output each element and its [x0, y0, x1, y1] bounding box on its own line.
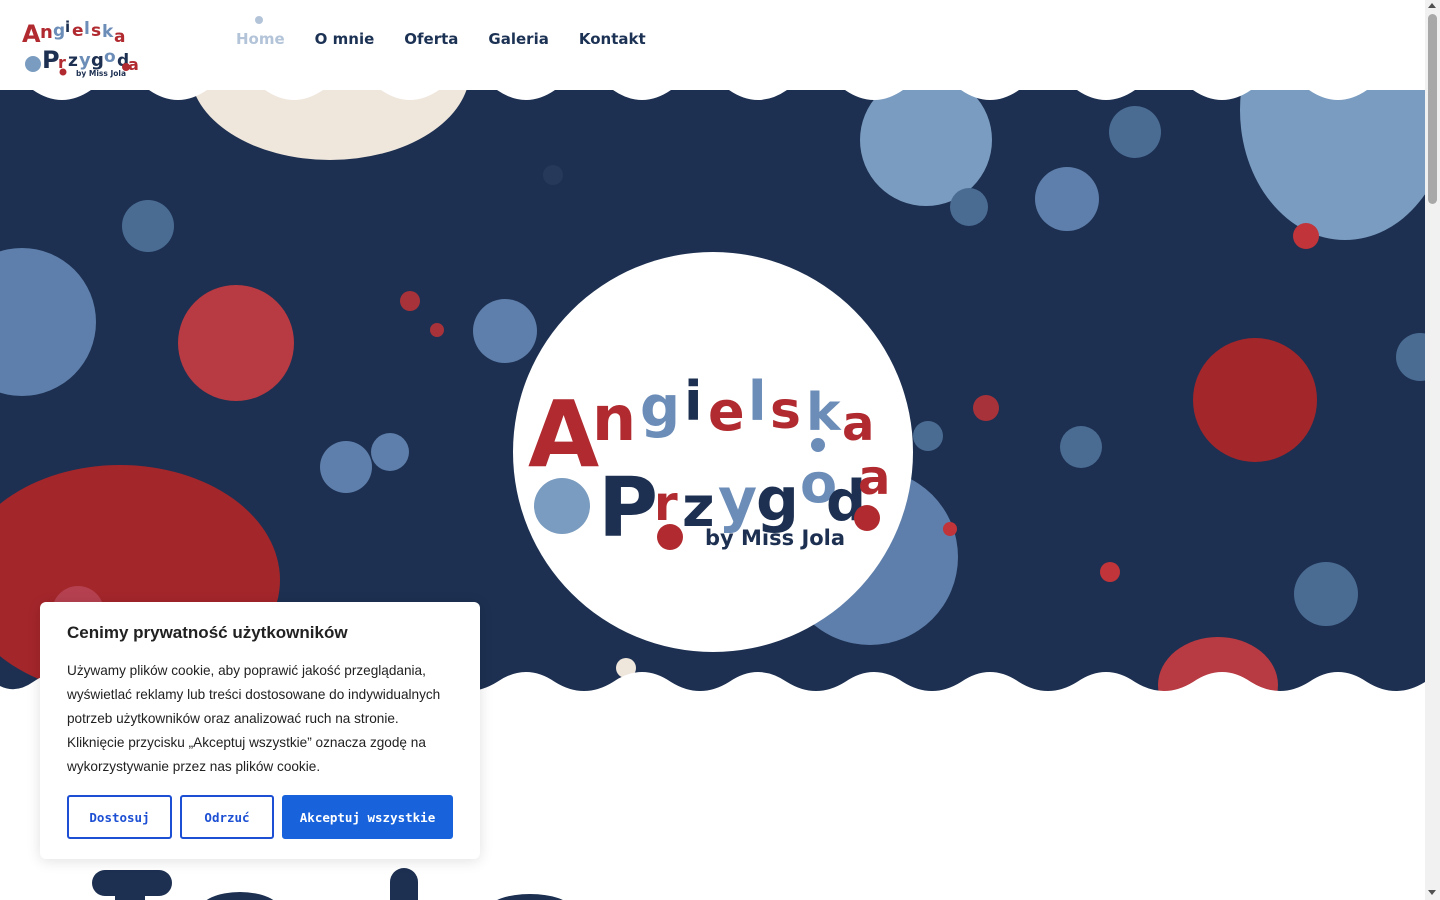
svg-text:n: n [40, 22, 53, 43]
nav-item-galeria[interactable]: Galeria [488, 28, 548, 50]
svg-text:l: l [748, 370, 767, 433]
nav-active-dot-icon [255, 16, 263, 24]
svg-text:by Miss Jola: by Miss Jola [705, 526, 845, 550]
svg-text:s: s [770, 381, 801, 441]
section-heading-partial [92, 868, 563, 900]
svg-text:o: o [104, 47, 116, 67]
nav-item-label: Galeria [488, 30, 549, 48]
cookie-description: Używamy plików cookie, aby poprawić jako… [67, 663, 441, 774]
svg-text:k: k [102, 22, 114, 42]
svg-text:y: y [718, 465, 757, 535]
scrollbar-thumb[interactable] [1428, 14, 1437, 204]
nav-item-label: Kontakt [578, 30, 646, 48]
nav-item-o-mnie[interactable]: O mnie [315, 28, 375, 50]
svg-text:by Miss Jola: by Miss Jola [76, 69, 126, 78]
nav-item-label: O mnie [314, 30, 375, 48]
svg-text:k: k [806, 383, 842, 443]
nav-item-label: Oferta [404, 30, 459, 48]
svg-text:y: y [79, 50, 91, 71]
scroll-down-arrow-icon[interactable] [1428, 890, 1436, 895]
svg-text:P: P [42, 46, 60, 74]
svg-text:s: s [91, 21, 101, 41]
nav-item-home[interactable]: Home [236, 16, 285, 50]
svg-text:a: a [858, 450, 890, 506]
main-nav: Home O mnie Oferta Galeria Kontakt [236, 16, 676, 50]
svg-text:P: P [598, 461, 658, 556]
svg-text:l: l [84, 19, 90, 39]
svg-text:z: z [68, 51, 78, 71]
svg-text:A: A [528, 381, 599, 488]
svg-text:n: n [592, 382, 636, 455]
svg-text:g: g [53, 21, 65, 41]
accept-all-button[interactable]: Akceptuj wszystkie [282, 795, 453, 839]
page-scrollbar[interactable] [1425, 0, 1440, 900]
svg-text:a: a [842, 396, 874, 452]
scroll-up-arrow-icon[interactable] [1428, 3, 1436, 8]
reject-button[interactable]: Odrzuć [180, 795, 274, 839]
nav-item-kontakt[interactable]: Kontakt [579, 28, 646, 50]
nav-item-oferta[interactable]: Oferta [404, 28, 458, 50]
site-header: A n g i e l s k a P r z y g o d a by Mis… [0, 0, 1425, 90]
svg-text:a: a [128, 55, 139, 74]
nav-item-label: Home [236, 30, 285, 48]
svg-text:A: A [22, 20, 41, 48]
svg-text:e: e [708, 380, 745, 443]
svg-text:i: i [684, 370, 703, 433]
svg-text:e: e [72, 21, 84, 41]
customize-button[interactable]: Dostosuj [67, 795, 172, 839]
svg-text:i: i [65, 18, 70, 36]
svg-text:g: g [640, 375, 680, 440]
cookie-title: Cenimy prywatność użytkowników [67, 623, 348, 642]
svg-text:a: a [114, 27, 125, 47]
svg-text:g: g [756, 465, 799, 535]
cookie-consent-banner: Cenimy prywatność użytkowników Używamy p… [40, 602, 480, 859]
svg-text:r: r [654, 476, 678, 532]
site-logo[interactable]: A n g i e l s k a P r z y g o d a by Mis… [20, 10, 140, 82]
svg-text:g: g [91, 50, 104, 71]
